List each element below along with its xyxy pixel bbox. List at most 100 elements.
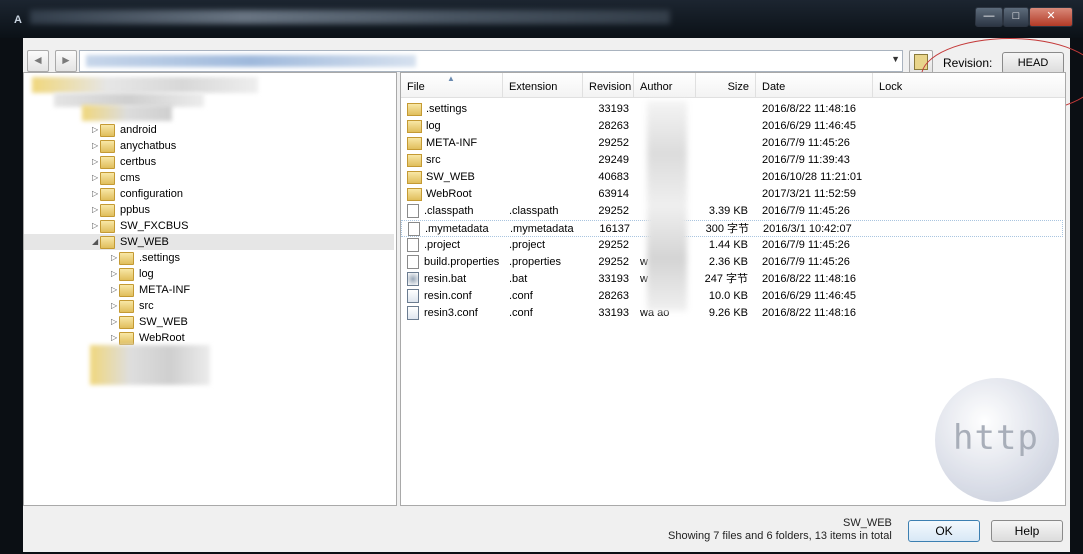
forward-button[interactable]: ► (55, 50, 77, 72)
table-row[interactable]: resin3.conf .conf 33193 wa ao 9.26 KB 2016/8/… (401, 305, 1063, 322)
ok-button[interactable]: OK (908, 520, 980, 542)
tree-item-ppbus[interactable]: ▷ ppbus (92, 202, 150, 218)
help-button[interactable]: Help (991, 520, 1063, 542)
file-name: .classpath (424, 205, 474, 217)
tree-item-meta-inf[interactable]: ▷ META-INF (111, 282, 190, 298)
cell-date: 2016/7/9 11:45:26 (762, 239, 850, 251)
back-button[interactable]: ◄ (27, 50, 49, 72)
column-header-author[interactable]: Author (634, 73, 696, 97)
tree-item-configuration[interactable]: ▷ configuration (92, 186, 183, 202)
column-header-revision[interactable]: Revision (583, 73, 634, 97)
minimize-button[interactable]: — (975, 7, 1003, 27)
cell-rev: 33193 (598, 307, 629, 319)
window-title-redacted (30, 10, 670, 24)
table-row[interactable]: src 29249 2016/7/9 11:39:43 (401, 152, 1063, 169)
desktop-background-left (0, 0, 23, 554)
folder-icon (407, 119, 422, 133)
tree-item-cms[interactable]: ▷ cms (92, 170, 140, 186)
table-row[interactable]: .classpath .classpath 29252 3.39 KB 2016/7/9… (401, 203, 1063, 220)
batch-file-icon (407, 272, 419, 287)
cell-rev: 29252 (598, 256, 629, 268)
cell-date: 2016/3/1 10:42:07 (763, 223, 852, 235)
collapse-icon[interactable]: ◢ (92, 234, 100, 250)
cell-date: 2016/6/29 11:46:45 (762, 120, 856, 132)
expand-icon[interactable]: ▷ (111, 282, 119, 298)
expand-icon[interactable]: ▷ (111, 298, 119, 314)
folder-icon (407, 136, 422, 150)
tree-item-sw-web[interactable]: ◢ SW_WEB (24, 234, 394, 250)
folder-icon (119, 267, 134, 281)
arrow-left-icon: ◄ (32, 53, 44, 67)
table-row[interactable]: resin.conf .conf 28263 10.0 KB 2016/6/29 11:… (401, 288, 1063, 305)
app-icon: A (14, 14, 22, 26)
cell-rev: 28263 (598, 290, 629, 302)
table-row[interactable]: build.properties .properties 29252 w 2.36 KB… (401, 254, 1063, 271)
expand-icon[interactable]: ▷ (111, 330, 119, 346)
expand-icon[interactable]: ▷ (92, 218, 100, 234)
file-icon (408, 222, 420, 237)
cell-date: 2016/7/9 11:45:26 (762, 256, 850, 268)
tree-item-anychatbus[interactable]: ▷ anychatbus (92, 138, 176, 154)
expand-icon[interactable]: ▷ (92, 138, 100, 154)
table-row[interactable]: .project .project 29252 1.44 KB 2016/7/9 11:… (401, 237, 1063, 254)
column-header-lock[interactable]: Lock (873, 73, 1065, 97)
folder-icon (119, 315, 134, 329)
table-row[interactable]: WebRoot 63914 2017/3/21 11:52:59 (401, 186, 1063, 203)
cell-ext: .project (509, 239, 546, 251)
expand-icon[interactable]: ▷ (92, 186, 100, 202)
table-row[interactable]: resin.bat .bat 33193 w 247 字节 2016/8/22 11:48… (401, 271, 1063, 288)
table-row[interactable]: SW_WEB 40683 2016/10/28 11:21:01 (401, 169, 1063, 186)
cell-ext: .conf (509, 290, 533, 302)
cell-ext: .mymetadata (510, 223, 574, 235)
expand-icon[interactable]: ▷ (111, 314, 119, 330)
expand-icon[interactable]: ▷ (92, 154, 100, 170)
chevron-down-icon[interactable]: ▼ (891, 54, 900, 64)
tree-item-settings[interactable]: ▷ .settings (111, 250, 180, 266)
column-header-date[interactable]: Date (756, 73, 873, 97)
tree-node-redacted (82, 105, 172, 121)
expand-icon[interactable]: ▷ (92, 122, 100, 138)
expand-icon[interactable]: ▷ (111, 266, 119, 282)
config-file-icon (407, 289, 419, 304)
tree-item-certbus[interactable]: ▷ certbus (92, 154, 156, 170)
folder-icon (100, 219, 115, 233)
repo-browser-window: ◄ ► ▼ Revision: HEAD ▷ android ▷ anychatbu… (23, 38, 1083, 552)
column-header-extension[interactable]: Extension (503, 73, 583, 97)
close-button[interactable]: ✕ (1029, 7, 1073, 27)
cell-ext: .classpath (509, 205, 559, 217)
expand-icon[interactable]: ▷ (111, 250, 119, 266)
url-redacted (86, 55, 416, 67)
cell-ext: .bat (509, 273, 528, 285)
tree-item-webroot[interactable]: ▷ WebRoot (111, 330, 185, 346)
cell-size: 2.36 KB (708, 256, 748, 268)
table-row[interactable]: .settings 33193 2016/8/22 11:48:16 (401, 101, 1063, 118)
column-header-file[interactable]: File ▲ (401, 73, 503, 97)
folder-icon (119, 251, 134, 265)
cell-date: 2016/6/29 11:46:45 (762, 290, 856, 302)
cell-date: 2016/7/9 11:39:43 (762, 154, 850, 166)
cell-rev: 33193 (598, 273, 629, 285)
arrow-right-icon: ► (60, 53, 72, 67)
tree-item-sw-fxcbus[interactable]: ▷ SW_FXCBUS (92, 218, 188, 234)
cell-date: 2016/8/22 11:48:16 (762, 273, 856, 285)
cell-date: 2016/7/9 11:45:26 (762, 205, 850, 217)
expand-icon[interactable]: ▷ (92, 202, 100, 218)
table-row[interactable]: log 28263 2016/6/29 11:46:45 (401, 118, 1063, 135)
cell-file: WebRoot (407, 186, 503, 203)
url-combobox[interactable]: ▼ (79, 50, 903, 72)
table-row[interactable]: .mymetadata .mymetadata 16137 300 字节 2016/3/… (401, 220, 1063, 237)
expand-icon[interactable]: ▷ (92, 170, 100, 186)
table-row[interactable]: META-INF 29252 2016/7/9 11:45:26 (401, 135, 1063, 152)
file-name: .project (424, 239, 461, 251)
column-header-size[interactable]: Size (696, 73, 756, 97)
maximize-button[interactable]: □ (1003, 7, 1029, 27)
tree-item-sw-web-sub[interactable]: ▷ SW_WEB (111, 314, 188, 330)
tree-item-log[interactable]: ▷ log (111, 266, 154, 282)
tree-item-android[interactable]: ▷ android (92, 122, 157, 138)
cell-rev: 29252 (598, 239, 629, 251)
cell-size: 3.39 KB (708, 205, 748, 217)
tree-item-src[interactable]: ▷ src (111, 298, 154, 314)
folder-icon (407, 187, 422, 201)
folder-icon (100, 123, 115, 137)
folder-tree[interactable]: ▷ android ▷ anychatbus ▷ certbus ▷ cms ▷ conf… (23, 72, 397, 506)
